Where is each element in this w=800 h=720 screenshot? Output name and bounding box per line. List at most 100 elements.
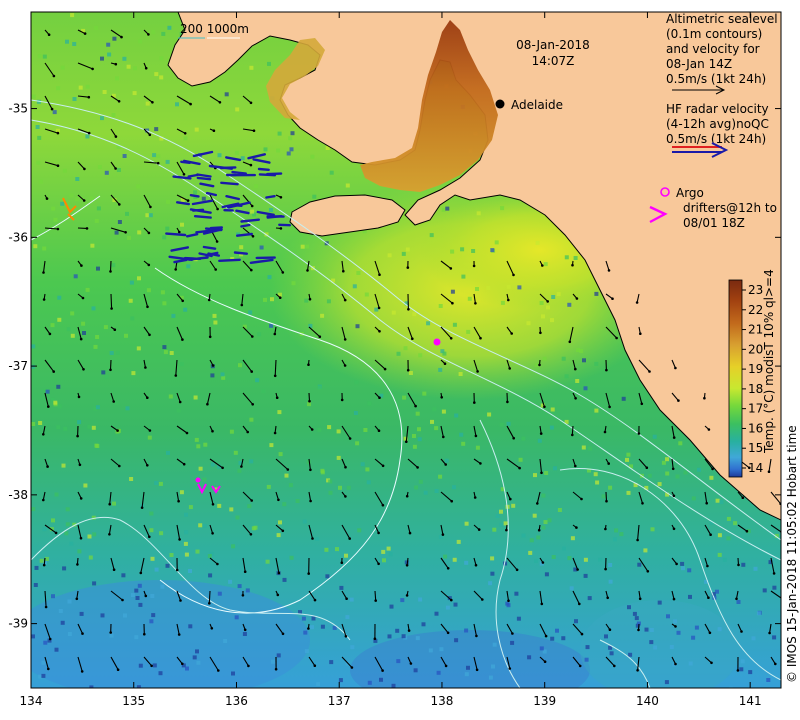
sst-pixel	[581, 688, 585, 692]
argo-legend-line: drifters@12h to	[683, 201, 777, 215]
velocity-arrow-head	[568, 340, 572, 344]
sst-pixel	[188, 505, 193, 510]
colorbar-tick-label: 19	[748, 362, 763, 376]
sst-pixel	[261, 389, 266, 394]
velocity-arrow-head	[406, 266, 410, 269]
sst-pixel	[543, 520, 548, 525]
velocity-arrow-head	[109, 631, 112, 634]
velocity-arrow-head	[603, 430, 607, 434]
sst-pixel	[255, 378, 260, 383]
velocity-arrow-head	[350, 666, 354, 669]
sst-pixel	[536, 535, 541, 540]
velocity-arrow-head	[47, 405, 50, 408]
sst-pixel	[691, 635, 696, 640]
sst-pixel	[766, 678, 771, 682]
velocity-arrow-head	[279, 227, 283, 230]
velocity-arrow-head	[637, 432, 641, 435]
sst-pixel	[45, 389, 50, 394]
sst-pixel	[418, 353, 423, 358]
sst-pixel	[613, 537, 617, 542]
sst-pixel	[267, 275, 272, 280]
velocity-arrow-head	[183, 132, 187, 135]
sst-pixel	[516, 616, 521, 621]
sst-pixel	[429, 233, 434, 238]
sst-pixel	[401, 251, 406, 256]
sst-pixel	[683, 470, 688, 475]
cool-water-patch	[580, 600, 740, 688]
sst-pixel	[441, 409, 446, 414]
sst-pixel	[464, 628, 469, 633]
sst-pixel	[132, 91, 137, 96]
sst-pixel	[251, 526, 256, 531]
velocity-arrow-head	[638, 597, 642, 601]
sst-pixel	[183, 307, 188, 312]
sst-pixel	[310, 625, 314, 630]
sst-pixel	[391, 683, 396, 688]
sst-pixel	[277, 410, 282, 415]
velocity-arrow-head	[648, 370, 651, 373]
sst-pixel	[492, 642, 497, 647]
sst-pixel	[64, 531, 69, 536]
sst-pixel	[62, 168, 67, 173]
velocity-arrow-head	[313, 664, 317, 667]
sst-pixel	[452, 322, 457, 327]
sst-pixel	[183, 136, 188, 141]
sst-pixel	[387, 253, 392, 258]
sst-pixel	[81, 321, 86, 326]
velocity-arrow-head	[80, 670, 84, 673]
sst-pixel	[608, 485, 613, 490]
sst-pixel	[276, 148, 281, 153]
sst-pixel	[137, 276, 141, 281]
sst-pixel	[63, 426, 68, 431]
velocity-arrow-head	[405, 564, 409, 567]
altimetry-legend-line: and velocity for	[666, 42, 760, 56]
sst-pixel	[43, 640, 48, 645]
velocity-arrow-head	[541, 264, 544, 267]
sst-pixel	[184, 552, 189, 557]
sst-pixel	[130, 316, 135, 321]
sst-pixel	[626, 490, 631, 495]
sst-pixel	[289, 147, 294, 152]
sst-pixel	[163, 350, 168, 355]
sst-pixel	[133, 66, 137, 71]
sst-pixel	[150, 556, 155, 561]
velocity-arrow-head	[705, 501, 708, 505]
velocity-arrow-head	[83, 32, 87, 35]
sst-pixel	[557, 508, 562, 512]
sst-pixel	[310, 154, 315, 159]
sst-pixel	[541, 314, 545, 319]
x-tick-label: 138	[431, 694, 454, 708]
sst-pixel	[412, 312, 417, 317]
velocity-arrow	[110, 293, 113, 309]
sst-pixel	[593, 472, 598, 477]
velocity-arrow-head	[185, 431, 189, 435]
sst-pixel	[198, 523, 203, 528]
sst-pixel	[231, 544, 236, 549]
velocity-arrow-head	[311, 537, 314, 540]
argo-legend-line: 08/01 18Z	[683, 216, 745, 230]
velocity-arrow-head	[472, 264, 476, 268]
sst-pixel	[542, 356, 547, 361]
velocity-arrow-head	[146, 396, 149, 400]
velocity-arrow	[605, 491, 608, 502]
sst-pixel	[134, 635, 139, 640]
velocity-arrow-head	[306, 269, 309, 272]
colorbar-tick-label: 15	[748, 441, 763, 455]
sst-pixel	[324, 547, 329, 552]
sst-pixel	[644, 627, 649, 632]
sst-pixel	[254, 184, 258, 189]
sst-pixel	[499, 509, 503, 514]
sst-pixel	[220, 372, 225, 377]
sst-pixel	[532, 513, 537, 518]
sst-pixel	[316, 682, 321, 687]
sst-pixel	[688, 594, 692, 599]
velocity-arrow	[208, 590, 211, 604]
sst-pixel	[561, 546, 566, 551]
sst-pixel	[112, 36, 117, 41]
sst-pixel	[235, 107, 240, 112]
sst-pixel	[234, 150, 239, 155]
velocity-arrow-head	[639, 332, 642, 336]
sst-pixel	[128, 298, 133, 303]
sst-pixel	[673, 619, 678, 624]
sst-pixel	[92, 532, 97, 537]
